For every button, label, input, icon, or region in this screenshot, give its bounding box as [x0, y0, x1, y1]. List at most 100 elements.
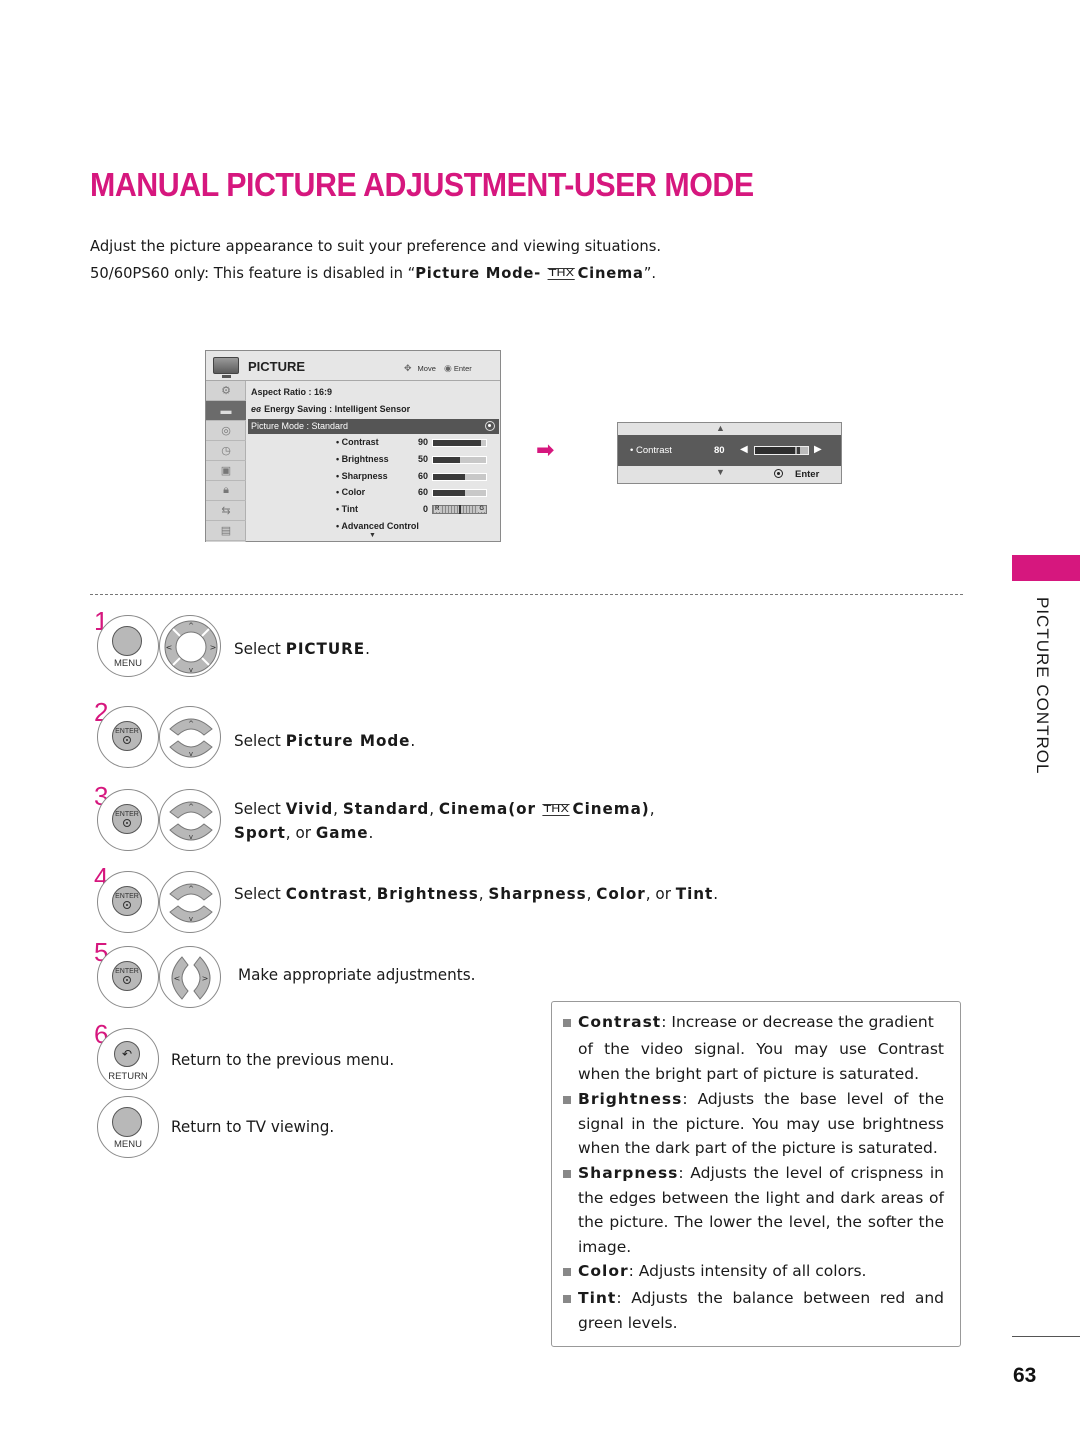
- bold-text: Standard: [342, 799, 430, 818]
- text: ,: [649, 799, 655, 818]
- osd-setting-sharpness[interactable]: • Sharpness 60: [336, 471, 496, 483]
- return-icon: ↶: [121, 1047, 133, 1061]
- enter-dot-icon: [123, 976, 131, 984]
- usb-icon[interactable]: ▤: [206, 521, 246, 541]
- svg-text:<: <: [166, 643, 173, 652]
- updown-icon: ^ v: [169, 718, 213, 758]
- menu-button-cap: [112, 626, 142, 656]
- enter-dot-icon: [123, 901, 131, 909]
- setting-name: • Brightness: [336, 454, 389, 464]
- enter-button[interactable]: ENTER: [97, 706, 159, 768]
- enter-button-cap: ENTER: [112, 804, 142, 834]
- adjust-value: 80: [714, 445, 725, 456]
- enter-icon: ◉: [443, 363, 452, 373]
- info-term: Contrast: [578, 1013, 662, 1031]
- step-3-text-line1: Select Vivid, Standard, Cinema(or THX Cine…: [234, 799, 655, 818]
- text: Select: [234, 884, 286, 903]
- nav-updown-button[interactable]: ^ v: [159, 706, 221, 768]
- lock-icon[interactable]: 🔒︎: [206, 481, 246, 501]
- setting-bar-fill: [433, 457, 460, 463]
- setup-icon[interactable]: ⚙: [206, 381, 246, 401]
- hint-enter: Enter: [453, 364, 472, 373]
- text: , or: [285, 823, 316, 842]
- text: ,: [333, 799, 343, 818]
- enter-button-cap: ENTER: [112, 961, 142, 991]
- setting-bar-fill: [433, 474, 465, 480]
- enter-button[interactable]: ENTER: [97, 946, 159, 1008]
- left-arrow-icon[interactable]: ◀: [740, 444, 748, 455]
- osd-setting-color[interactable]: • Color 60: [336, 487, 496, 499]
- nav-leftright-button[interactable]: < >: [159, 946, 221, 1008]
- svg-text:v: v: [189, 833, 193, 841]
- osd-row-picture-mode-label: Picture Mode : Standard: [251, 421, 349, 431]
- info-contrast: Contrast: Increase or decrease the gradi…: [578, 1010, 944, 1035]
- intro-note-suffix: ”.: [643, 264, 657, 282]
- section-tab-marker: [1012, 555, 1080, 581]
- info-term: Color: [578, 1262, 629, 1280]
- osd-setting-brightness[interactable]: • Brightness 50: [336, 454, 496, 466]
- adjust-enter[interactable]: Enter: [774, 469, 819, 480]
- tint-red-label: R: [434, 506, 441, 512]
- bold-text: Game: [315, 823, 369, 842]
- bullet-icon: [563, 1170, 571, 1178]
- tint-marker: [459, 505, 461, 514]
- svg-text:v: v: [189, 750, 193, 758]
- nav-4way-button[interactable]: ^ v < >: [159, 615, 221, 677]
- tint-green-label: G: [478, 506, 485, 512]
- setting-name: • Tint: [336, 504, 358, 514]
- enter-button[interactable]: ENTER: [97, 789, 159, 851]
- scroll-down-icon[interactable]: ▼: [369, 532, 376, 539]
- input-icon[interactable]: ⇆: [206, 501, 246, 521]
- setting-name: • Color: [336, 487, 366, 497]
- time-icon[interactable]: ◷: [206, 441, 246, 461]
- intro-text: Adjust the picture appearance to suit yo…: [90, 237, 662, 255]
- dpad-icon: ^ v < >: [164, 620, 218, 674]
- info-term: Tint: [578, 1289, 617, 1307]
- svg-text:^: ^: [188, 720, 194, 728]
- osd-row-picture-mode[interactable]: Picture Mode : Standard: [248, 419, 499, 434]
- hint-move: Move: [417, 364, 436, 373]
- text: .: [713, 884, 719, 903]
- tv-icon: [213, 357, 239, 378]
- text: .: [365, 639, 370, 658]
- updown-icon: ^ v: [169, 883, 213, 923]
- tint-bar: RG: [432, 505, 487, 514]
- osd-row-energy-saving[interactable]: eɞ Energy Saving : Intelligent Sensor: [251, 404, 410, 414]
- menu-button[interactable]: MENU: [97, 615, 159, 677]
- menu-button[interactable]: MENU: [97, 1096, 159, 1158]
- adjust-slider[interactable]: [754, 446, 809, 455]
- enter-label: Enter: [795, 469, 820, 480]
- osd-header: PICTURE ✥ Move ◉ Enter: [206, 351, 500, 381]
- down-arrow-icon[interactable]: ▼: [716, 467, 725, 477]
- info-text: : Adjusts the balance between red and gr…: [578, 1289, 944, 1332]
- nav-updown-button[interactable]: ^ v: [159, 871, 221, 933]
- osd-row-aspect-ratio[interactable]: Aspect Ratio : 16:9: [251, 387, 332, 397]
- button-label: ENTER: [115, 893, 139, 900]
- enter-icon: [485, 421, 495, 431]
- text: ,: [586, 884, 597, 903]
- return-button[interactable]: ↶ RETURN: [97, 1028, 159, 1090]
- audio-icon[interactable]: ◎: [206, 421, 246, 441]
- osd-adjust-popup: ▲ • Contrast 80 ◀ ▶ ▼ Enter: [617, 422, 842, 484]
- picture-icon[interactable]: ▬: [206, 401, 246, 421]
- button-label: MENU: [114, 1139, 142, 1150]
- step-1-text: Select PICTURE.: [234, 639, 370, 658]
- bullet-icon: [563, 1268, 571, 1276]
- text: Select: [234, 799, 286, 818]
- adjust-row[interactable]: • Contrast 80 ◀ ▶: [618, 435, 841, 466]
- up-arrow-icon[interactable]: ▲: [716, 423, 725, 433]
- right-arrow-icon[interactable]: ▶: [814, 444, 822, 455]
- bold-text: Cinema(or: [438, 799, 536, 818]
- osd-setting-tint[interactable]: • Tint 0 R G: [336, 504, 496, 516]
- osd-setting-contrast[interactable]: • Contrast 90: [336, 437, 496, 449]
- option-icon[interactable]: ▣: [206, 461, 246, 481]
- nav-updown-button[interactable]: ^ v: [159, 789, 221, 851]
- leftright-icon: < >: [171, 956, 211, 1000]
- setting-bar: [432, 473, 487, 481]
- info-term: Sharpness: [578, 1164, 679, 1182]
- svg-text:^: ^: [188, 885, 194, 893]
- enter-button[interactable]: ENTER: [97, 871, 159, 933]
- osd-advanced-control[interactable]: • Advanced Control: [336, 521, 496, 533]
- arrow-right-icon: ➡: [536, 438, 555, 463]
- bold-text: Cinema): [572, 799, 650, 818]
